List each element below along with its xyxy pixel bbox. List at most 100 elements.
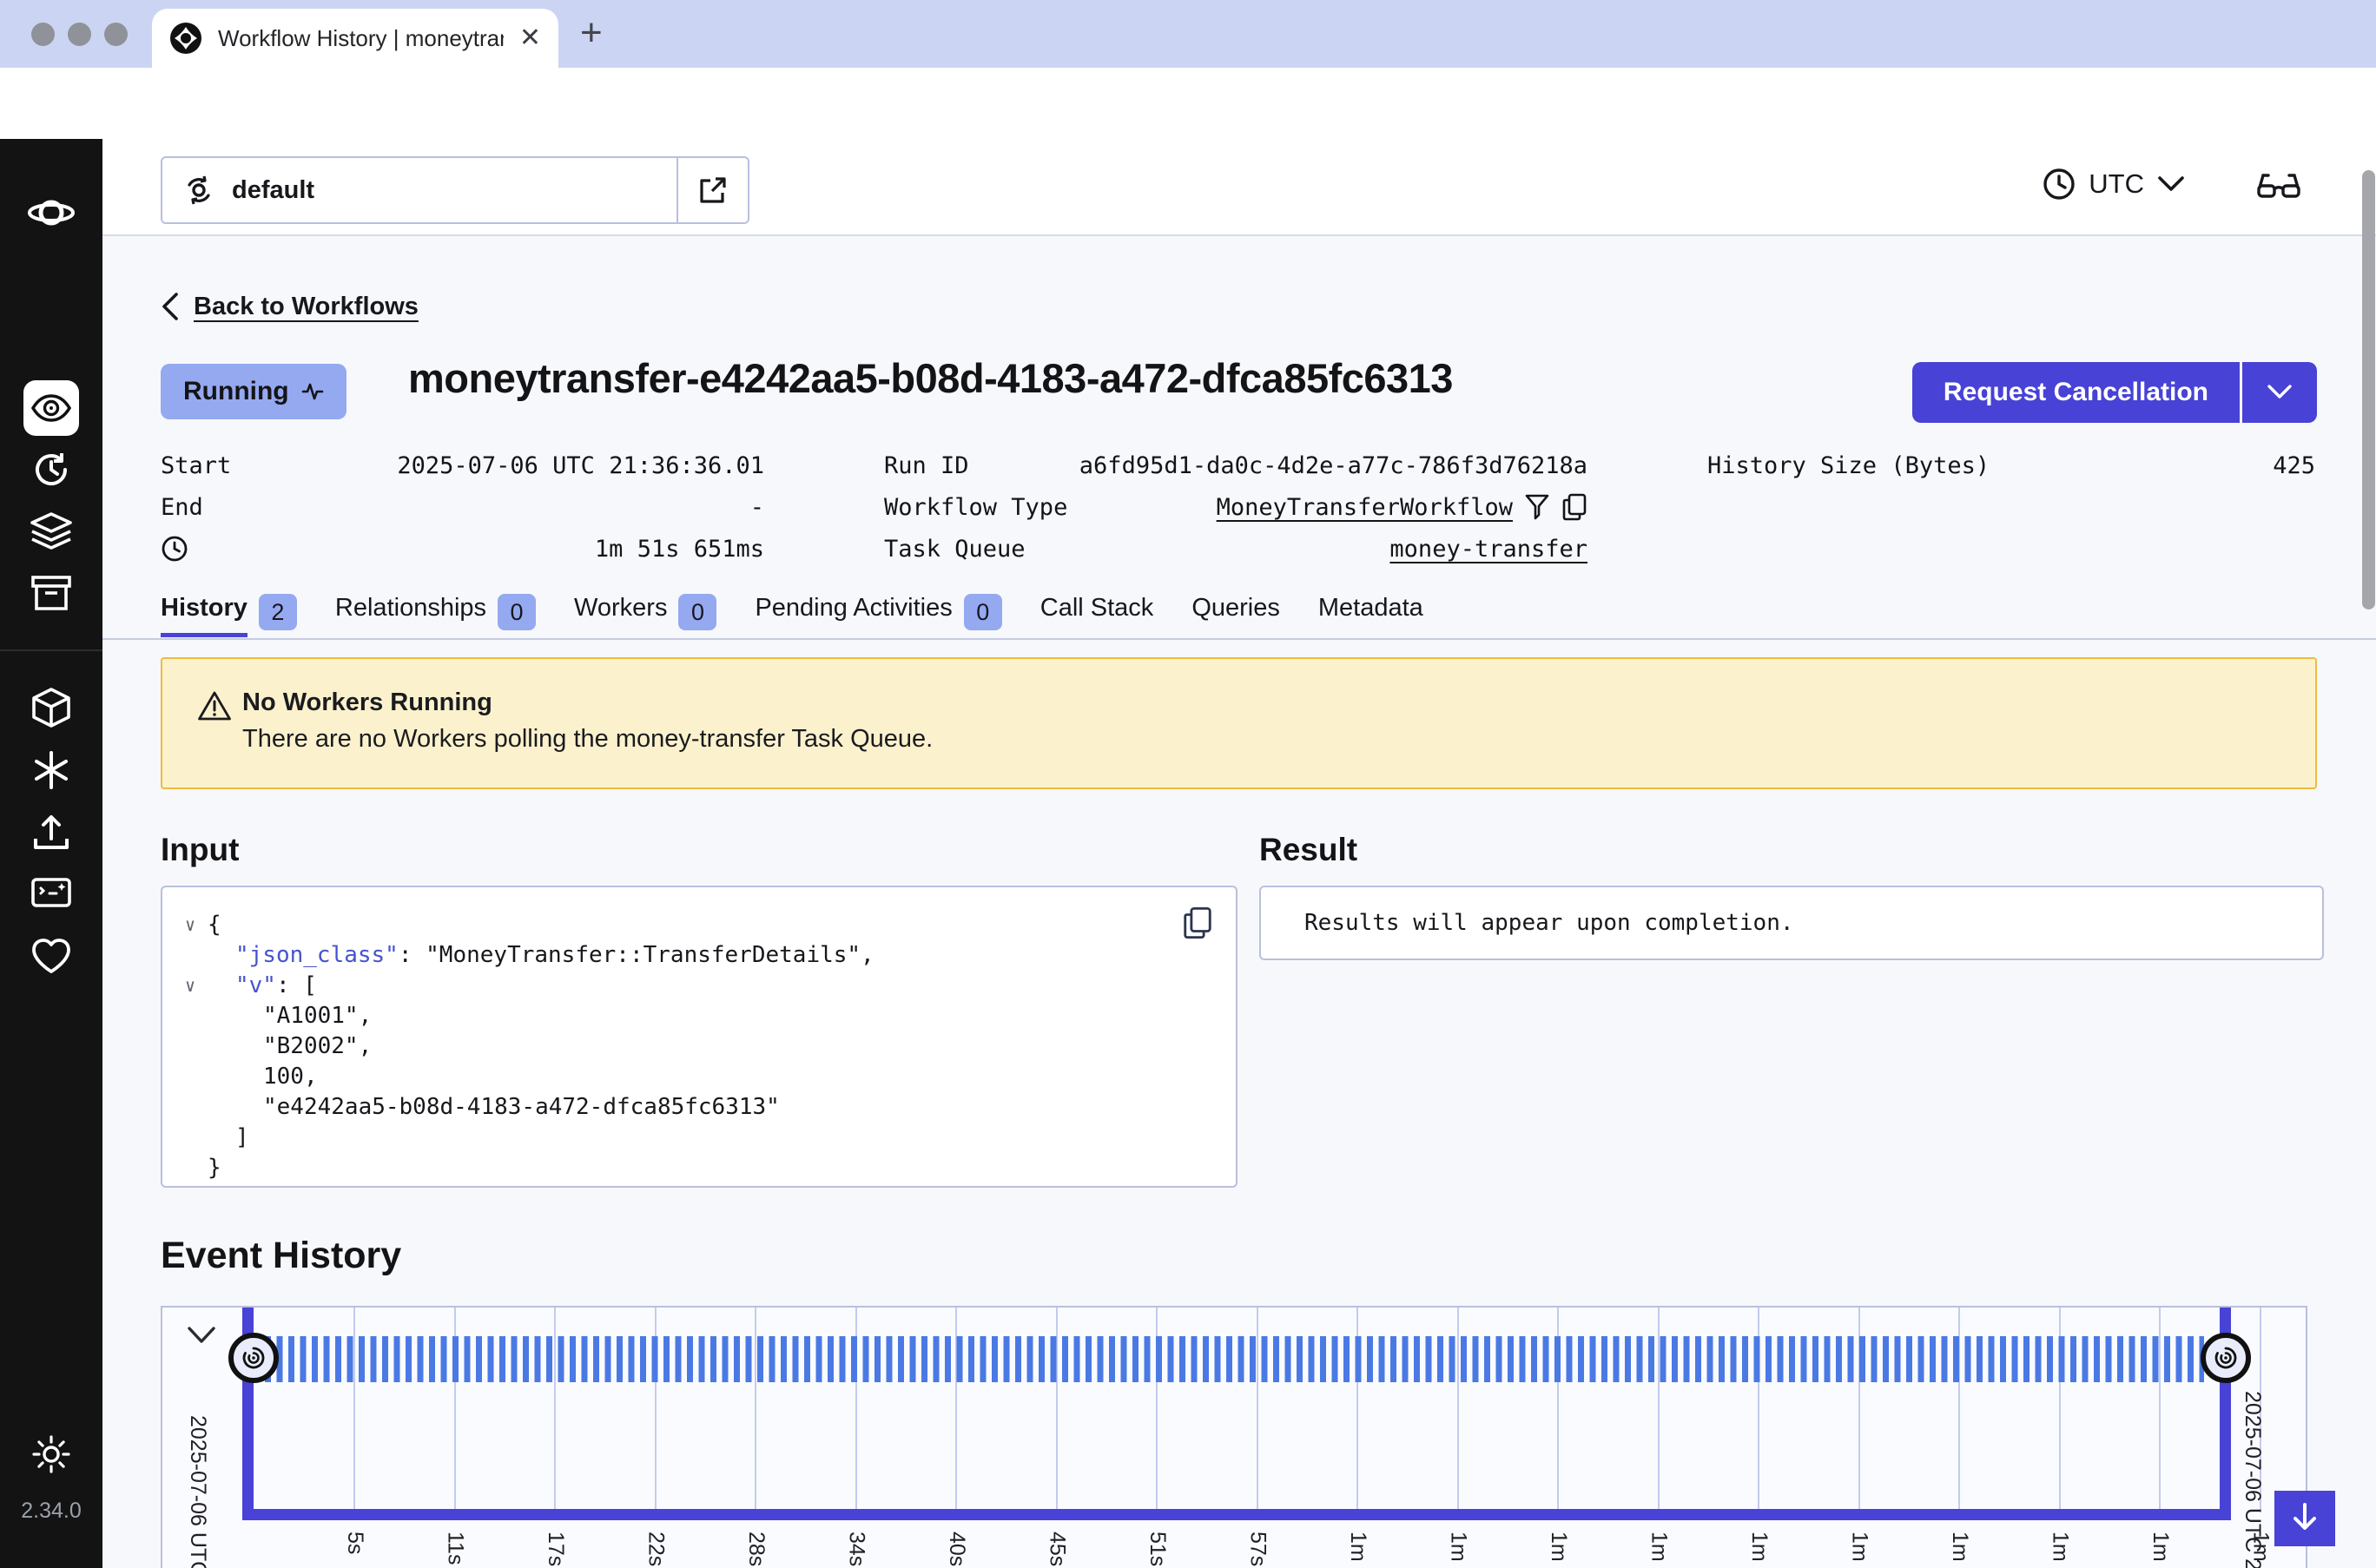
tab-metadata[interactable]: Metadata xyxy=(1318,594,1423,637)
sidebar-item-workflows[interactable] xyxy=(23,380,79,436)
json-collapse-chevron-icon[interactable]: ∨ xyxy=(185,910,208,940)
json-collapse-chevron-icon[interactable]: ∨ xyxy=(185,971,208,1001)
sidebar-divider xyxy=(0,649,102,651)
timeline-tick-label: 1m xyxy=(1647,1532,1672,1562)
back-to-workflows-link[interactable]: Back to Workflows xyxy=(161,292,419,321)
task-queue-link[interactable]: money-transfer xyxy=(1389,536,1587,563)
timeline-tick-label: 1m xyxy=(1345,1532,1370,1562)
namespace-topbar: default UTC xyxy=(102,139,2376,236)
cancellation-menu-button[interactable] xyxy=(2242,362,2317,423)
result-heading: Result xyxy=(1259,832,1357,868)
no-workers-warning-banner: No Workers Running There are no Workers … xyxy=(161,657,2317,789)
task-queue-label: Task Queue xyxy=(884,536,1026,563)
timeline-axis-bar xyxy=(242,1509,2231,1520)
detail-end: End - xyxy=(161,486,764,528)
end-label: End xyxy=(161,494,203,521)
timezone-selector[interactable]: UTC xyxy=(2042,167,2186,201)
sidebar-item-support[interactable] xyxy=(30,938,72,974)
tab-call-stack[interactable]: Call Stack xyxy=(1040,594,1154,637)
result-placeholder: Results will appear upon completion. xyxy=(1304,887,1794,959)
clock-icon xyxy=(2042,167,2076,201)
sidebar-item-import[interactable] xyxy=(31,813,71,851)
timeline-tick-label: 1m xyxy=(1847,1532,1872,1562)
copy-input-icon[interactable] xyxy=(1182,906,1213,939)
request-cancellation-split-button: Request Cancellation xyxy=(1912,362,2317,423)
start-value: 2025-07-06 UTC 21:36:36.01 xyxy=(397,452,764,479)
namespace-external-link-button[interactable] xyxy=(678,158,748,222)
history-size-value: 425 xyxy=(2273,452,2315,479)
sidebar-item-archive[interactable] xyxy=(31,688,71,728)
chevron-down-icon xyxy=(2156,175,2186,194)
detail-task-queue: Task Queue money-transfer xyxy=(884,528,1587,570)
timeline-tick-label: 17s xyxy=(543,1532,568,1566)
workflow-type-link[interactable]: MoneyTransferWorkflow xyxy=(1217,494,1513,521)
running-spiral-icon xyxy=(2213,1345,2239,1371)
timeline-tick-label: 1m xyxy=(2048,1532,2073,1562)
result-card: Results will appear upon completion. xyxy=(1259,886,2324,960)
browser-toolbar: localhost:8080/namespaces/default/workfl… xyxy=(0,68,2376,139)
tab-count-badge: 0 xyxy=(964,594,1002,630)
theme-toggle-icon[interactable] xyxy=(31,1434,71,1474)
tab-history[interactable]: History2 xyxy=(161,594,297,637)
namespace-selector[interactable]: default xyxy=(161,156,749,224)
workflow-status-badge: Running xyxy=(161,364,346,419)
browser-tab[interactable]: Workflow History | moneytran ✕ xyxy=(152,9,558,68)
workflow-started-node[interactable] xyxy=(228,1333,279,1383)
status-label: Running xyxy=(183,377,289,406)
timeline-tick-label: 1m xyxy=(2248,1532,2274,1562)
window-controls[interactable] xyxy=(31,23,128,46)
app-window: Workflow History | moneytran ✕ + localho… xyxy=(0,0,2376,1568)
namespace-current[interactable]: default xyxy=(162,173,676,208)
temporal-logo-icon[interactable] xyxy=(27,193,76,233)
tab-pending-activities[interactable]: Pending Activities0 xyxy=(755,594,1001,637)
details-col-ids: Run ID a6fd95d1-da0c-4d2e-a77c-786f3d762… xyxy=(884,445,1587,570)
sidebar-item-schedules[interactable] xyxy=(31,450,71,490)
timeline-tick-label: 40s xyxy=(944,1532,969,1566)
running-spiral-icon xyxy=(241,1345,267,1371)
warning-triangle-icon xyxy=(197,690,232,721)
download-history-button[interactable] xyxy=(2274,1491,2335,1546)
maximize-window-button[interactable] xyxy=(104,23,128,46)
timeline-tick-label: 28s xyxy=(743,1532,769,1566)
json-viewer[interactable]: ∨{"json_class": "MoneyTransfer::Transfer… xyxy=(185,910,1166,1183)
sidebar-item-nexus[interactable] xyxy=(31,750,71,790)
timeline-tick-label: 1m xyxy=(2148,1532,2173,1562)
chevron-left-icon xyxy=(161,292,180,321)
run-id-label: Run ID xyxy=(884,452,969,479)
close-window-button[interactable] xyxy=(31,23,55,46)
timeline-start-date-label: 2025-07-06 UTC 2 xyxy=(185,1415,210,1568)
details-col-times: Start 2025-07-06 UTC 21:36:36.01 End - 1… xyxy=(161,445,764,570)
filter-funnel-icon[interactable] xyxy=(1525,494,1549,520)
end-value: - xyxy=(750,494,764,521)
history-size-label: History Size (Bytes) xyxy=(1707,452,1990,479)
timeline-tick-label: 5s xyxy=(342,1532,367,1554)
workflow-title: moneytransfer-e4242aa5-b08d-4183-a472-df… xyxy=(408,354,1453,402)
timeline-tick-label: 57s xyxy=(1245,1532,1270,1566)
tab-relationships[interactable]: Relationships0 xyxy=(335,594,536,637)
minimize-window-button[interactable] xyxy=(68,23,91,46)
labs-mode-glasses-icon[interactable] xyxy=(2256,170,2301,201)
request-cancellation-button[interactable]: Request Cancellation xyxy=(1912,362,2240,423)
tab-queries[interactable]: Queries xyxy=(1191,594,1280,637)
event-history-heading: Event History xyxy=(161,1235,401,1277)
run-id-value: a6fd95d1-da0c-4d2e-a77c-786f3d76218a xyxy=(1079,452,1587,479)
browser-tabstrip: Workflow History | moneytran ✕ + xyxy=(0,0,2376,68)
page-scrollbar[interactable] xyxy=(2362,170,2375,609)
eye-icon xyxy=(31,394,71,422)
timeline-collapse-chevron-icon[interactable] xyxy=(185,1325,218,1347)
running-duration-band xyxy=(265,1336,2204,1382)
back-link-label[interactable]: Back to Workflows xyxy=(194,293,419,321)
workflow-running-node[interactable] xyxy=(2201,1333,2251,1383)
sidebar-item-batch-operations[interactable] xyxy=(30,575,72,611)
copy-icon[interactable] xyxy=(1561,493,1587,521)
sidebar-item-feedback[interactable] xyxy=(30,875,72,910)
sidebar-item-deployments[interactable] xyxy=(30,512,72,550)
tab-title: Workflow History | moneytran xyxy=(218,25,504,52)
tab-workers[interactable]: Workers0 xyxy=(574,594,716,637)
timeline-tick-label: 11s xyxy=(443,1532,468,1565)
timeline-chart[interactable]: 2025-07-06 UTC 2 2025-07-06 UTC 2 5s11s1… xyxy=(161,1306,2307,1568)
tab-count-badge: 2 xyxy=(259,594,297,630)
new-tab-button[interactable]: + xyxy=(580,14,603,52)
start-label: Start xyxy=(161,452,231,479)
tab-close-icon[interactable]: ✕ xyxy=(519,25,541,51)
